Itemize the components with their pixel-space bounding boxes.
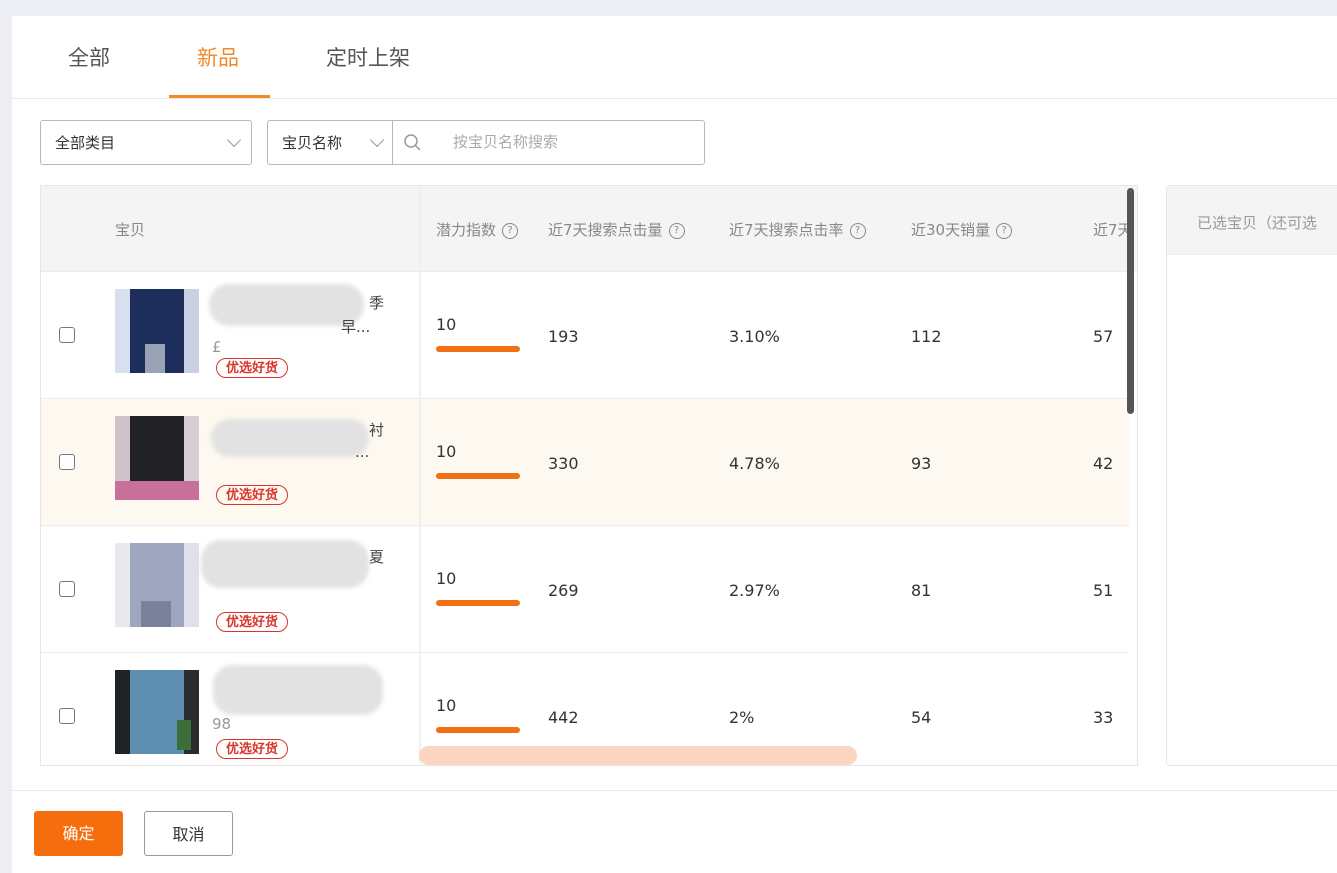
quality-badge: 优选好货 [216, 485, 288, 505]
quality-badge: 优选好货 [216, 739, 288, 759]
product-thumbnail[interactable] [115, 543, 199, 627]
tab-scheduled[interactable]: 定时上架 [326, 42, 410, 72]
ctr-value: 3.10% [729, 327, 780, 346]
last-col-value: 42 [1093, 454, 1114, 473]
ctr-value: 2% [729, 708, 755, 727]
tab-new[interactable]: 新品 [197, 42, 239, 72]
frozen-column-divider [419, 186, 422, 765]
help-icon[interactable]: ? [996, 222, 1013, 239]
tab-bar: 全部 新品 定时上架 [12, 16, 1337, 99]
potential-bar [436, 727, 520, 733]
help-icon[interactable]: ? [849, 222, 866, 239]
blurred-title [201, 540, 369, 588]
col-header-label: 近7天搜索点击率 [729, 221, 844, 239]
table-header: 宝贝 潜力指数? 近7天搜索点击量? 近7天搜索点击率? 近30天销量? 近7天 [41, 186, 1137, 271]
col-header-ctr: 近7天搜索点击率? [729, 219, 866, 240]
search-field-select[interactable]: 宝贝名称 [268, 121, 393, 164]
product-thumbnail[interactable] [115, 416, 199, 500]
last-col-value: 57 [1093, 327, 1114, 346]
quality-badge: 优选好货 [216, 612, 288, 632]
search-field-value: 宝贝名称 [282, 134, 343, 152]
product-thumbnail[interactable] [115, 289, 199, 373]
cancel-button[interactable]: 取消 [144, 811, 233, 856]
help-icon[interactable]: ? [668, 222, 685, 239]
sales-value: 81 [911, 581, 932, 600]
dialog-panel: 全部 新品 定时上架 全部类目 宝贝名称 宝贝 潜力指数? 近7天搜索点击量? … [12, 16, 1337, 873]
blurred-title [213, 665, 383, 715]
selected-items-header: 已选宝贝（还可选 [1167, 186, 1337, 255]
col-header-label: 近30天销量 [911, 221, 991, 239]
clicks-value: 193 [548, 327, 579, 346]
sales-value: 93 [911, 454, 932, 473]
row-checkbox[interactable] [59, 327, 75, 343]
footer-divider [12, 790, 1337, 791]
search-input[interactable] [418, 121, 708, 163]
chevron-down-icon [226, 132, 242, 148]
col-header-item: 宝贝 [115, 221, 146, 239]
confirm-button[interactable]: 确定 [34, 811, 123, 856]
search-group: 宝贝名称 [267, 120, 708, 165]
product-thumbnail[interactable] [115, 670, 199, 754]
product-table: 宝贝 潜力指数? 近7天搜索点击量? 近7天搜索点击率? 近30天销量? 近7天… [40, 185, 1138, 766]
product-price-fragment: £ [212, 338, 222, 356]
potential-value: 10 [436, 569, 457, 588]
col-header-label: 近7天搜索点击量 [548, 221, 663, 239]
product-title-fragment: 早... [341, 318, 371, 336]
col-header-label: 潜力指数 [436, 221, 497, 239]
row-checkbox[interactable] [59, 581, 75, 597]
vertical-scrollbar[interactable] [1127, 188, 1134, 414]
product-title-fragment: 衬 [369, 421, 385, 439]
potential-bar [436, 346, 520, 352]
potential-value: 10 [436, 315, 457, 334]
col-header-potential: 潜力指数? [436, 219, 519, 240]
tab-all[interactable]: 全部 [68, 42, 110, 72]
col-header-clicks: 近7天搜索点击量? [548, 219, 685, 240]
ctr-value: 2.97% [729, 581, 780, 600]
active-tab-indicator [169, 95, 270, 98]
potential-value: 10 [436, 442, 457, 461]
product-price-fragment: 98 [212, 715, 232, 733]
sales-value: 112 [911, 327, 942, 346]
product-title-fragment: ... [355, 443, 370, 461]
potential-bar [436, 473, 520, 479]
last-col-value: 51 [1093, 581, 1114, 600]
quality-badge: 优选好货 [216, 358, 288, 378]
category-select[interactable]: 全部类目 [40, 120, 252, 165]
selected-items-panel: 已选宝贝（还可选 [1166, 185, 1337, 766]
potential-bar [436, 600, 520, 606]
row-checkbox[interactable] [59, 708, 75, 724]
product-title-fragment: 夏 [369, 548, 385, 566]
blurred-title [211, 419, 369, 457]
selected-items-title: 已选宝贝（还可选 [1197, 214, 1318, 232]
table-row[interactable]: 夏 优选好货 10 269 2.97% 81 51 [41, 525, 1129, 652]
col-header-sales: 近30天销量? [911, 219, 1013, 240]
clicks-value: 330 [548, 454, 579, 473]
ctr-value: 4.78% [729, 454, 780, 473]
category-select-value: 全部类目 [55, 134, 116, 152]
clicks-value: 269 [548, 581, 579, 600]
table-row[interactable]: 衬 ... 优选好货 10 330 4.78% 93 42 [41, 398, 1129, 525]
chevron-down-icon [369, 132, 385, 148]
table-row[interactable]: 季 早... £ 优选好货 10 193 3.10% 112 57 [41, 271, 1129, 398]
potential-value: 10 [436, 696, 457, 715]
product-title-fragment: 季 [369, 294, 385, 312]
help-icon[interactable]: ? [502, 222, 519, 239]
sales-value: 54 [911, 708, 932, 727]
row-checkbox[interactable] [59, 454, 75, 470]
clicks-value: 442 [548, 708, 579, 727]
horizontal-scrollbar[interactable] [419, 746, 857, 765]
last-col-value: 33 [1093, 708, 1114, 727]
